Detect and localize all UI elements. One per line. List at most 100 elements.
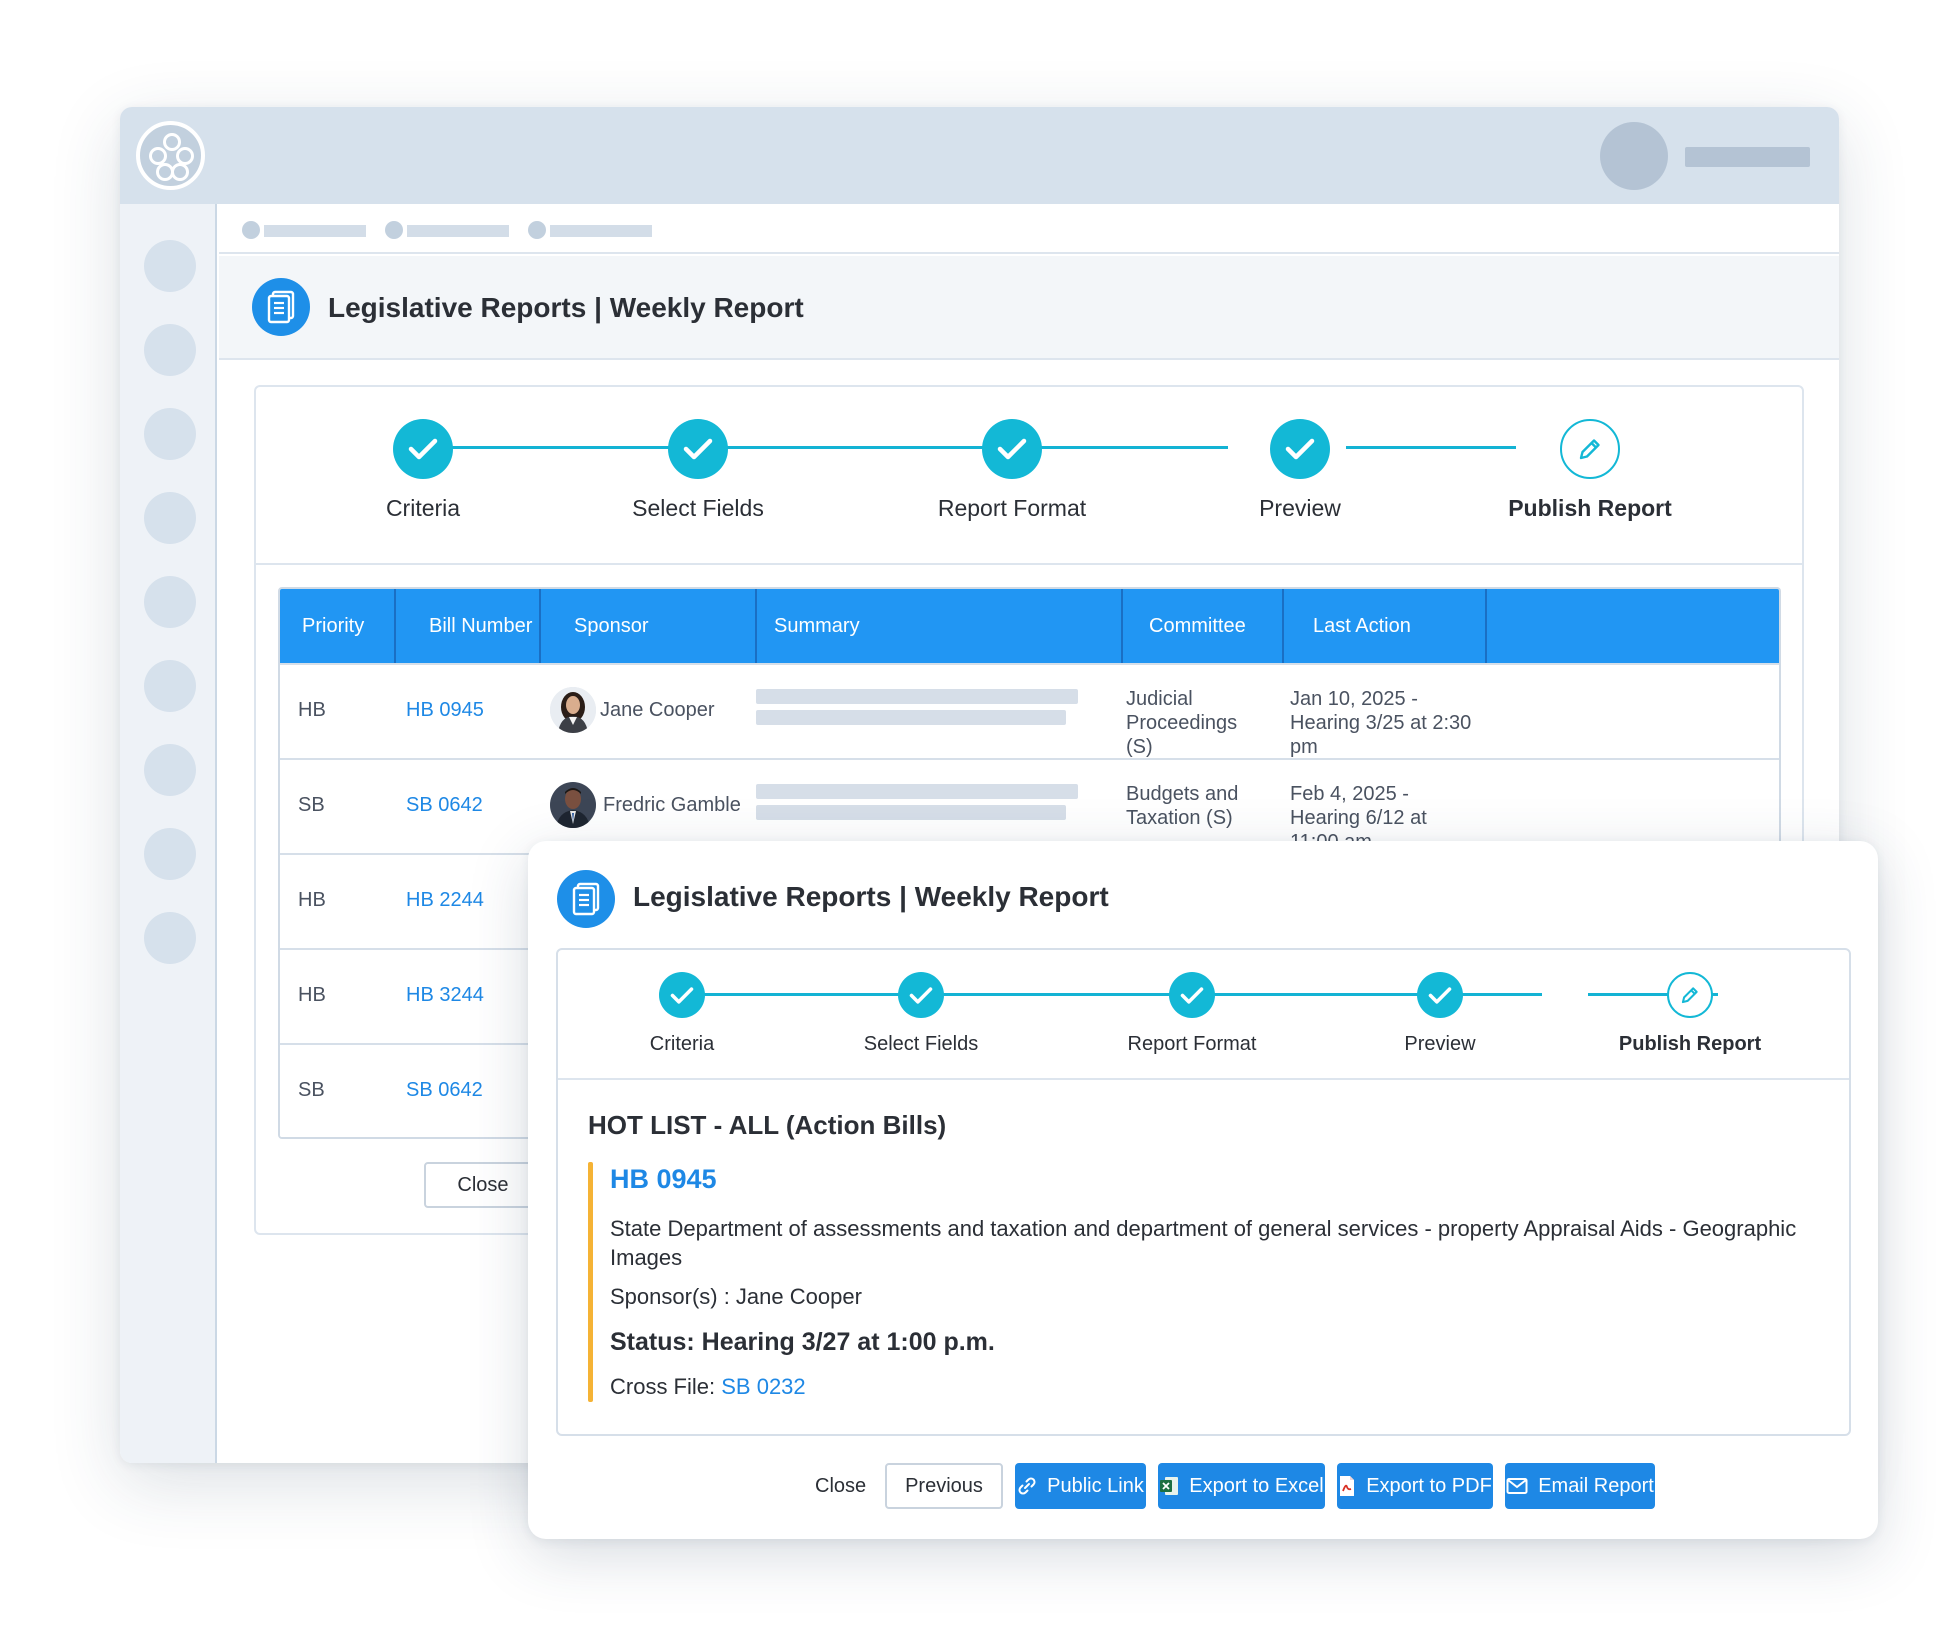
sidebar-item[interactable]	[144, 828, 196, 880]
sponsor-avatar	[550, 782, 596, 828]
cell-priority: SB	[298, 1079, 325, 1101]
user-name-placeholder	[1685, 147, 1810, 167]
table-row[interactable]: HB HB 0945 Jane Cooper Judicial Proceedi…	[280, 663, 1779, 758]
bill-number-link[interactable]: SB 0642	[406, 1079, 483, 1102]
column-header-summary[interactable]: Summary	[774, 589, 860, 663]
breadcrumb-item[interactable]	[264, 225, 366, 237]
sidebar-item[interactable]	[144, 324, 196, 376]
breadcrumb-dot	[385, 221, 403, 239]
entry-description: State Department of assessments and taxa…	[610, 1216, 1797, 1270]
email-report-button[interactable]: Email Report	[1505, 1463, 1655, 1509]
sidebar-item[interactable]	[144, 492, 196, 544]
sidebar-item[interactable]	[144, 576, 196, 628]
page-header: Legislative Reports | Weekly Report	[219, 256, 1839, 360]
bill-number-link[interactable]: HB 3244	[406, 984, 484, 1007]
cell-priority: SB	[298, 794, 325, 816]
sidebar-item[interactable]	[144, 660, 196, 712]
export-pdf-button[interactable]: Export to PDF	[1337, 1463, 1493, 1509]
app-logo-icon[interactable]	[136, 121, 205, 190]
table-header: Priority Bill Number Sponsor Summary Com…	[280, 589, 1779, 663]
bill-number-link[interactable]: HB 2244	[406, 889, 484, 912]
step-label-publish-report[interactable]: Publish Report	[1508, 495, 1672, 522]
column-header-bill-number[interactable]: Bill Number	[429, 589, 532, 663]
summary-placeholder	[756, 689, 1078, 704]
sidebar-item[interactable]	[144, 912, 196, 964]
step-select-fields-check-icon[interactable]	[898, 972, 944, 1018]
document-icon	[557, 870, 615, 928]
step-label-preview[interactable]: Preview	[1259, 495, 1341, 522]
breadcrumb-item[interactable]	[407, 225, 509, 237]
step-report-format-check-icon[interactable]	[982, 419, 1042, 479]
entry-sponsor: Sponsor(s) : Jane Cooper	[610, 1284, 862, 1309]
pdf-icon	[1338, 1475, 1356, 1497]
public-link-label: Public Link	[1047, 1474, 1144, 1497]
step-label-preview[interactable]: Preview	[1404, 1033, 1475, 1056]
column-header-last-action[interactable]: Last Action	[1313, 589, 1411, 663]
step-label-select-fields[interactable]: Select Fields	[864, 1033, 979, 1056]
sidebar-item[interactable]	[144, 240, 196, 292]
export-pdf-label: Export to PDF	[1366, 1474, 1492, 1497]
export-excel-button[interactable]: Export to Excel	[1158, 1463, 1325, 1509]
step-publish-pencil-icon[interactable]	[1560, 419, 1620, 479]
table-row[interactable]: SB SB 0642 Fredric Gamble Budgets and Ta…	[280, 758, 1779, 853]
step-preview-check-icon[interactable]	[1270, 419, 1330, 479]
close-button[interactable]: Close	[815, 1475, 866, 1498]
page-title: Legislative Reports | Weekly Report	[328, 292, 804, 323]
export-excel-label: Export to Excel	[1189, 1474, 1324, 1497]
cell-sponsor-name: Fredric Gamble	[603, 794, 741, 816]
bill-number-link[interactable]: SB 0642	[406, 794, 483, 817]
sidebar-item[interactable]	[144, 744, 196, 796]
top-bar	[120, 107, 1839, 204]
breadcrumb-item[interactable]	[550, 225, 652, 237]
step-select-fields-check-icon[interactable]	[668, 419, 728, 479]
document-icon	[252, 278, 310, 336]
envelope-icon	[1506, 1477, 1528, 1495]
column-header-sponsor[interactable]: Sponsor	[574, 589, 649, 663]
cell-committee: Budgets and Taxation (S)	[1126, 783, 1239, 829]
excel-icon	[1159, 1475, 1179, 1497]
sidebar-item[interactable]	[144, 408, 196, 460]
summary-placeholder	[756, 805, 1066, 820]
close-button[interactable]: Close	[424, 1162, 542, 1208]
report-preview-card: Criteria Select Fields Report Format Pre…	[556, 948, 1851, 1436]
publish-report-modal: Legislative Reports | Weekly Report Crit…	[528, 841, 1878, 1539]
summary-placeholder	[756, 784, 1078, 799]
stepper-line	[1346, 446, 1516, 449]
cell-priority: HB	[298, 699, 326, 721]
step-label-publish-report[interactable]: Publish Report	[1619, 1033, 1761, 1056]
cell-last-action: Jan 10, 2025 - Hearing 3/25 at 2:30 pm	[1290, 688, 1472, 758]
bill-number-link[interactable]: HB 0945	[406, 699, 484, 722]
step-criteria-check-icon[interactable]	[659, 972, 705, 1018]
sponsor-avatar	[550, 687, 596, 733]
stepper-line	[682, 993, 1542, 996]
cross-file-bill-link[interactable]: SB 0232	[721, 1374, 805, 1399]
user-avatar[interactable]	[1600, 122, 1668, 190]
link-icon	[1017, 1476, 1037, 1496]
step-publish-pencil-icon[interactable]	[1667, 972, 1713, 1018]
modal-title: Legislative Reports | Weekly Report	[633, 881, 1109, 912]
cell-committee: Judicial Proceedings (S)	[1126, 688, 1238, 758]
entry-bill-link[interactable]: HB 0945	[610, 1164, 717, 1195]
step-criteria-check-icon[interactable]	[393, 419, 453, 479]
step-label-criteria[interactable]: Criteria	[386, 495, 460, 522]
step-label-criteria[interactable]: Criteria	[650, 1033, 714, 1056]
divider	[256, 563, 1802, 565]
step-label-report-format[interactable]: Report Format	[1128, 1033, 1257, 1056]
column-header-priority[interactable]: Priority	[302, 589, 364, 663]
previous-button[interactable]: Previous	[885, 1463, 1003, 1509]
entry-cross-file: Cross File: SB 0232	[610, 1374, 806, 1400]
step-label-report-format[interactable]: Report Format	[938, 495, 1086, 522]
step-label-select-fields[interactable]: Select Fields	[632, 495, 764, 522]
breadcrumb	[219, 204, 1839, 254]
previous-button-label: Previous	[905, 1474, 983, 1497]
breadcrumb-dot	[528, 221, 546, 239]
cell-priority: HB	[298, 984, 326, 1006]
cell-sponsor-name: Jane Cooper	[600, 699, 715, 721]
step-report-format-check-icon[interactable]	[1169, 972, 1215, 1018]
step-preview-check-icon[interactable]	[1417, 972, 1463, 1018]
stepper-line	[424, 446, 1228, 449]
public-link-button[interactable]: Public Link	[1015, 1463, 1146, 1509]
cross-file-label: Cross File:	[610, 1374, 716, 1399]
cell-priority: HB	[298, 889, 326, 911]
column-header-committee[interactable]: Committee	[1149, 589, 1246, 663]
